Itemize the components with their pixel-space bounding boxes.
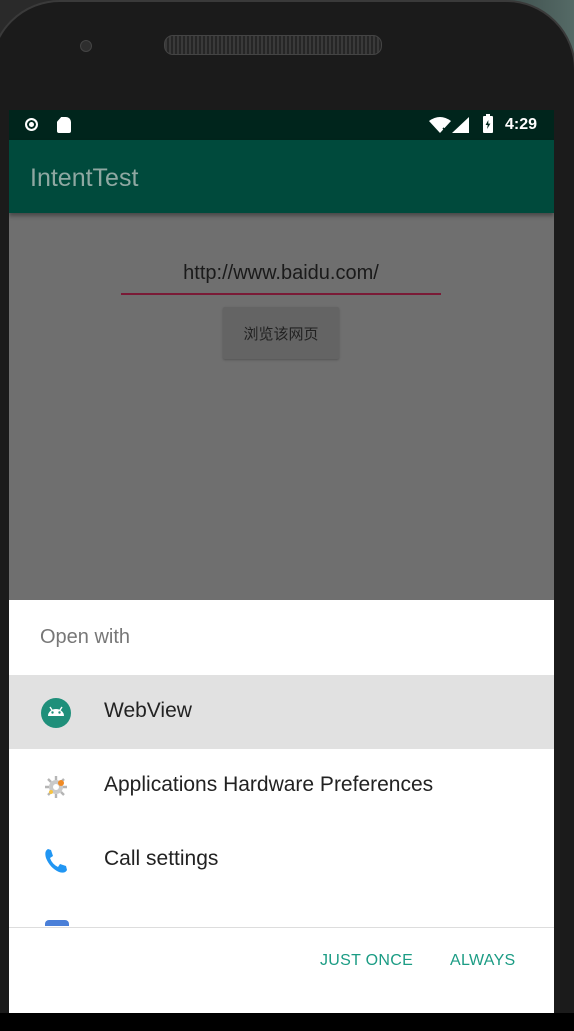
battery-charging-icon — [483, 114, 493, 133]
front-camera — [80, 40, 92, 52]
option-label: WebView — [104, 699, 192, 722]
signal-icon — [452, 117, 469, 133]
app-title: IntentTest — [30, 164, 139, 192]
sheet-title: Open with — [40, 626, 131, 648]
status-bar: 4:29 — [9, 110, 554, 140]
gear-sparkle-icon — [45, 776, 67, 798]
navigation-bar — [0, 1013, 574, 1031]
open-with-sheet: Open with WebView Applications Hardware … — [9, 600, 554, 1013]
option-call-settings[interactable]: Call settings — [9, 823, 554, 897]
option-hardware-preferences[interactable]: Applications Hardware Preferences — [9, 749, 554, 823]
status-time: 4:29 — [505, 116, 538, 133]
option-label: Applications Hardware Preferences — [104, 773, 434, 796]
phone-screen: 4:29 IntentTest 浏览该网页 Open with WebView — [9, 110, 554, 1013]
just-once-button[interactable]: JUST ONCE — [320, 952, 413, 970]
option-webview[interactable]: WebView — [9, 675, 554, 749]
sheet-divider — [9, 927, 554, 928]
earpiece-speaker — [164, 35, 382, 55]
wifi-icon — [429, 117, 451, 133]
option-label: Call settings — [104, 847, 219, 870]
phone-icon — [45, 849, 67, 873]
android-webview-icon — [41, 698, 71, 728]
app-bar: IntentTest — [9, 140, 554, 213]
sd-card-icon — [57, 117, 71, 133]
notification-dot-icon — [25, 118, 38, 131]
url-input[interactable] — [121, 253, 441, 295]
always-button[interactable]: ALWAYS — [450, 952, 516, 970]
browse-webpage-button[interactable]: 浏览该网页 — [223, 307, 339, 359]
